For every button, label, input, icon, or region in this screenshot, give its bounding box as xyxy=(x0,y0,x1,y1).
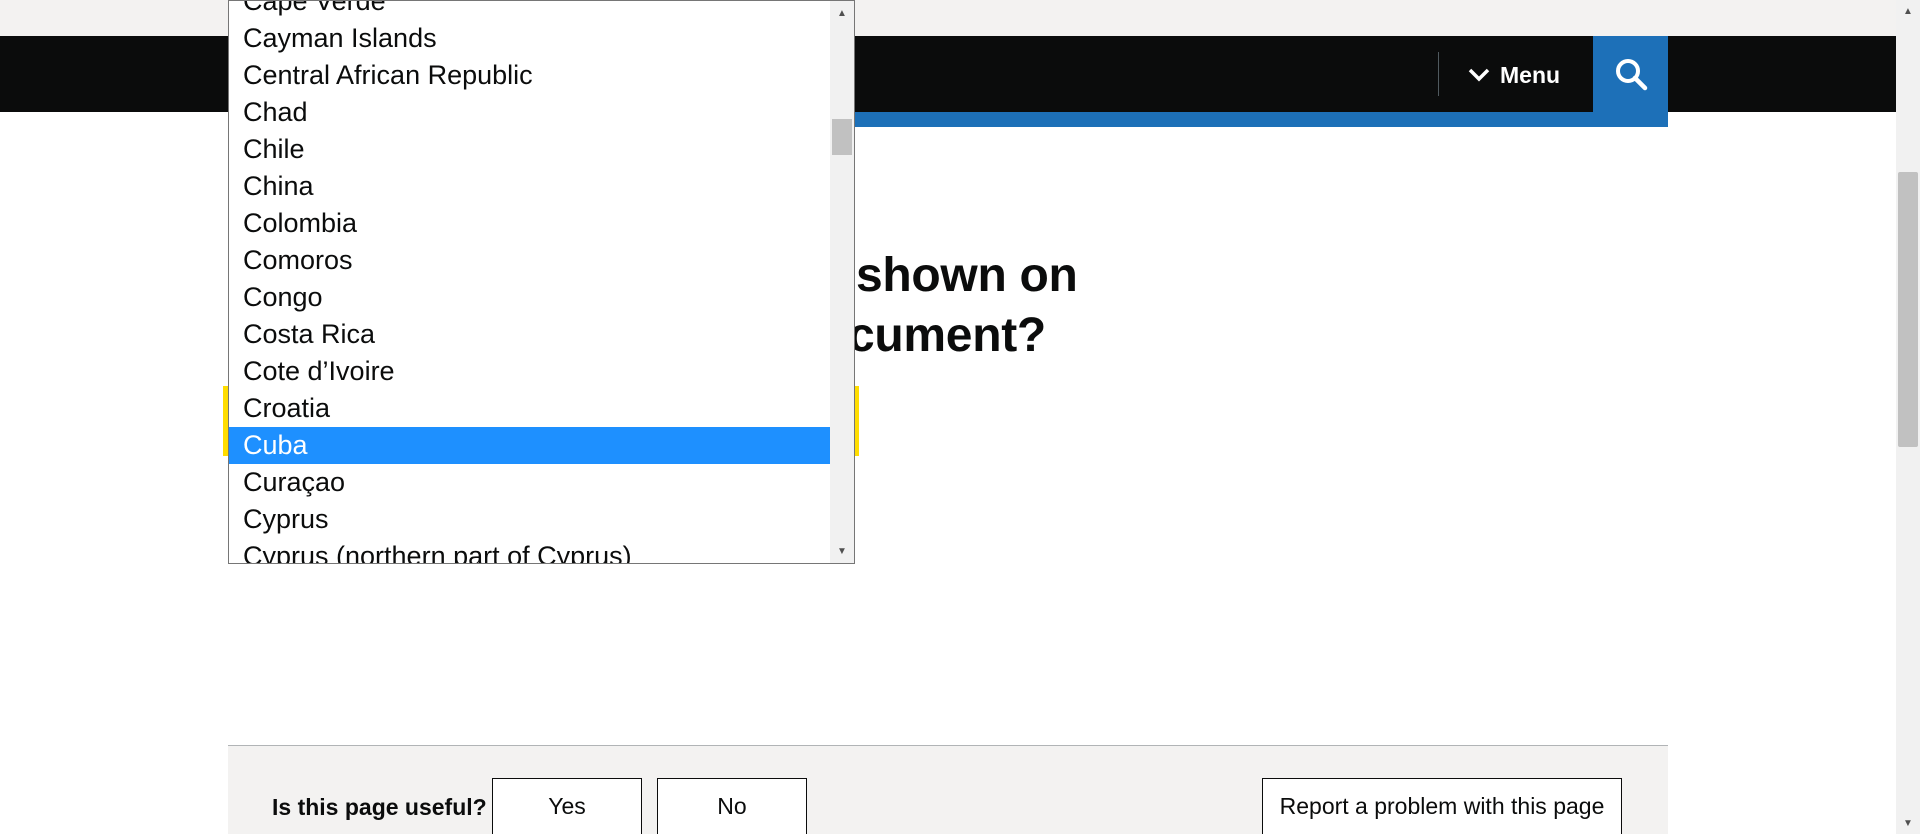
dropdown-option[interactable]: Congo xyxy=(229,279,830,316)
dropdown-option[interactable]: Cyprus (northern part of Cyprus) xyxy=(229,538,830,563)
feedback-question: Is this page useful? xyxy=(272,794,487,820)
country-dropdown-list[interactable]: Cape Verde Cayman Islands Central African … xyxy=(228,0,855,564)
feedback-section: Is this page useful? Yes No Report a pro… xyxy=(228,745,1668,834)
dropdown-option[interactable]: Cote d’Ivoire xyxy=(229,353,830,390)
dropdown-option[interactable]: Curaçao xyxy=(229,464,830,501)
search-icon xyxy=(1615,59,1647,91)
dropdown-option[interactable]: Colombia xyxy=(229,205,830,242)
menu-label: Menu xyxy=(1500,61,1561,88)
dropdown-scrollbar[interactable]: ▲ ▼ xyxy=(830,1,854,563)
header-divider xyxy=(1438,52,1439,96)
report-problem-button[interactable]: Report a problem with this page xyxy=(1262,778,1622,834)
dropdown-option[interactable]: Cayman Islands xyxy=(229,20,830,57)
search-button[interactable] xyxy=(1593,36,1668,112)
scroll-down-arrow-icon[interactable]: ▼ xyxy=(830,541,854,561)
dropdown-option[interactable]: Cape Verde xyxy=(229,1,830,20)
dropdown-option[interactable]: Cyprus xyxy=(229,501,830,538)
dropdown-option[interactable]: Costa Rica xyxy=(229,316,830,353)
dropdown-option[interactable]: Cuba xyxy=(229,427,830,464)
dropdown-option[interactable]: Comoros xyxy=(229,242,830,279)
page-scroll-up-icon[interactable]: ▲ xyxy=(1896,2,1920,20)
menu-button[interactable]: Menu xyxy=(1468,55,1560,95)
dropdown-scroll-thumb[interactable] xyxy=(832,119,852,155)
page-scroll-thumb[interactable] xyxy=(1898,172,1918,447)
dropdown-option[interactable]: Central African Republic xyxy=(229,57,830,94)
dropdown-option[interactable]: Croatia xyxy=(229,390,830,427)
dropdown-option[interactable]: Chile xyxy=(229,131,830,168)
yes-button[interactable]: Yes xyxy=(492,778,642,834)
no-button[interactable]: No xyxy=(657,778,807,834)
dropdown-option[interactable]: China xyxy=(229,168,830,205)
page-scrollbar[interactable]: ▲ ▼ xyxy=(1896,0,1920,834)
dropdown-options: Cape Verde Cayman Islands Central African … xyxy=(229,1,830,563)
page-scroll-down-icon[interactable]: ▼ xyxy=(1896,814,1920,832)
dropdown-option[interactable]: Chad xyxy=(229,94,830,131)
chevron-down-icon xyxy=(1468,68,1490,82)
scroll-up-arrow-icon[interactable]: ▲ xyxy=(830,3,854,23)
